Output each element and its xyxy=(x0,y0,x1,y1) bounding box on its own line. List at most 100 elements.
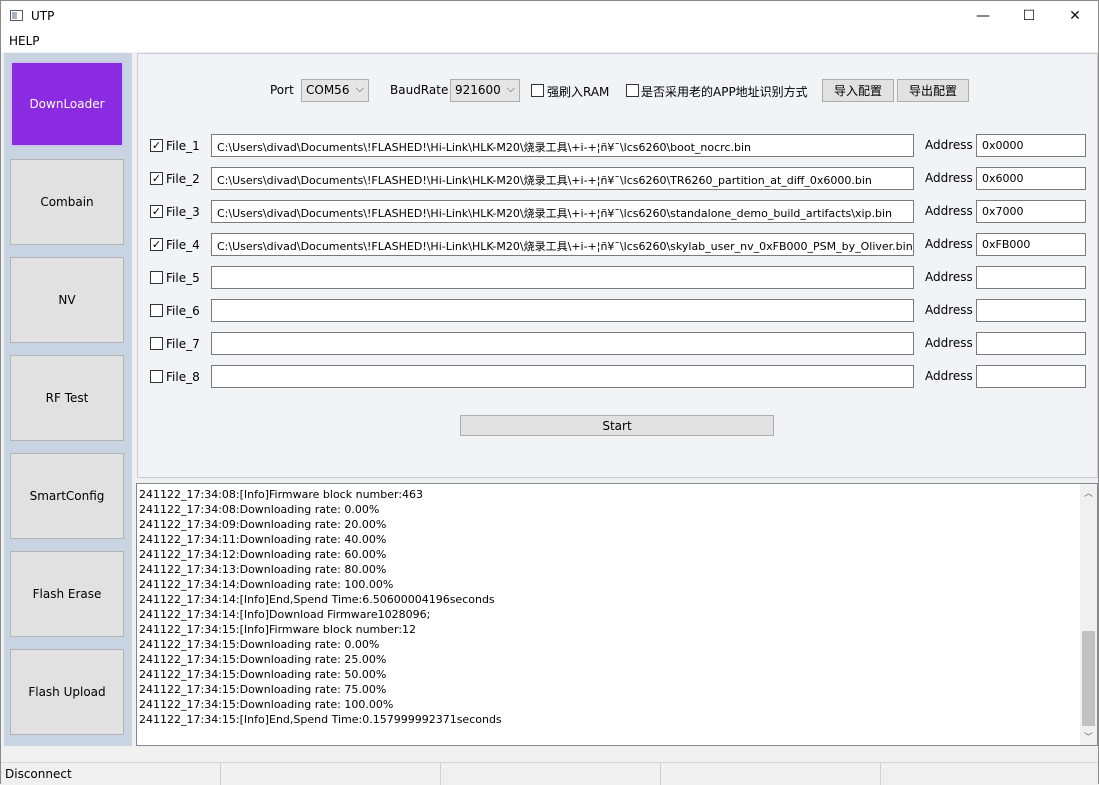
status-segment xyxy=(661,763,881,785)
sidebar-item-combain[interactable]: Combain xyxy=(10,159,124,245)
port-select[interactable]: COM56 ⌵ xyxy=(301,79,369,102)
file-3-checkbox[interactable]: ✓ xyxy=(150,205,163,218)
old-app-address-checkbox[interactable] xyxy=(626,84,639,97)
file-5-address-input[interactable] xyxy=(976,266,1086,289)
log-line: 241122_17:34:08:[Info]Firmware block num… xyxy=(139,488,424,501)
menu-bar: HELP xyxy=(1,31,1098,52)
chevron-down-icon: ⌵ xyxy=(355,82,364,95)
log-line: 241122_17:34:15:Downloading rate: 75.00% xyxy=(139,683,387,696)
old-app-address-label: 是否采用老的APP地址识别方式 xyxy=(641,85,808,99)
file-7-checkbox[interactable] xyxy=(150,337,163,350)
sidebar-item-flash-upload[interactable]: Flash Upload xyxy=(10,649,124,735)
import-config-button[interactable]: 导入配置 xyxy=(822,79,894,102)
log-line: 241122_17:34:11:Downloading rate: 40.00% xyxy=(139,533,387,546)
log-line: 241122_17:34:15:Downloading rate: 50.00% xyxy=(139,668,387,681)
log-line: 241122_17:34:15:[Info]End,Spend Time:0.1… xyxy=(139,713,502,726)
file-1-address-label: Address xyxy=(925,138,973,152)
chevron-down-icon: ⌵ xyxy=(506,82,515,95)
sidebar-item-flash-erase[interactable]: Flash Erase xyxy=(10,551,124,637)
file-5-address-label: Address xyxy=(925,270,973,284)
force-ram-label: 强刷入RAM xyxy=(547,85,610,99)
status-bar: Disconnect xyxy=(1,762,1098,785)
file-6-address-input[interactable] xyxy=(976,299,1086,322)
file-7-path-input[interactable] xyxy=(211,332,914,355)
file-6-label: File_6 xyxy=(166,304,200,318)
file-8-address-label: Address xyxy=(925,369,973,383)
file-6-path-input[interactable] xyxy=(211,299,914,322)
log-text: 241122_17:34:08:[Info]Firmware block num… xyxy=(139,487,502,727)
file-5-checkbox[interactable] xyxy=(150,271,163,284)
file-2-path-input[interactable]: C:\Users\divad\Documents\!FLASHED!\Hi-Li… xyxy=(211,167,914,190)
file-1-checkbox[interactable]: ✓ xyxy=(150,139,163,152)
file-7-address-label: Address xyxy=(925,336,973,350)
file-4-path-input[interactable]: C:\Users\divad\Documents\!FLASHED!\Hi-Li… xyxy=(211,233,914,256)
file-1-path-input[interactable]: C:\Users\divad\Documents\!FLASHED!\Hi-Li… xyxy=(211,134,914,157)
scroll-up-icon[interactable]: ︿ xyxy=(1080,484,1097,501)
log-line: 241122_17:34:15:[Info]Firmware block num… xyxy=(139,623,417,636)
file-8-address-input[interactable] xyxy=(976,365,1086,388)
log-line: 241122_17:34:09:Downloading rate: 20.00% xyxy=(139,518,387,531)
file-2-label: File_2 xyxy=(166,172,200,186)
status-segment xyxy=(441,763,661,785)
sidebar-item-smartconfig[interactable]: SmartConfig xyxy=(10,453,124,539)
log-line: 241122_17:34:14:[Info]Download Firmware1… xyxy=(139,608,431,621)
log-line: 241122_17:34:14:[Info]End,Spend Time:6.5… xyxy=(139,593,495,606)
status-segment xyxy=(881,763,1098,785)
file-1-label: File_1 xyxy=(166,139,200,153)
sidebar: DownLoader Combain NV RF Test SmartConfi… xyxy=(4,53,132,746)
file-3-address-input[interactable]: 0x7000 xyxy=(976,200,1086,223)
file-3-label: File_3 xyxy=(166,205,200,219)
file-2-address-input[interactable]: 0x6000 xyxy=(976,167,1086,190)
file-4-checkbox[interactable]: ✓ xyxy=(150,238,163,251)
sidebar-item-downloader[interactable]: DownLoader xyxy=(10,61,124,147)
scroll-thumb[interactable] xyxy=(1082,631,1095,726)
baudrate-label: BaudRate xyxy=(390,83,449,97)
title-bar: UTP — ☐ ✕ xyxy=(1,1,1098,31)
downloader-panel: Port COM56 ⌵ BaudRate 921600 ⌵ 强刷入RAM 是否… xyxy=(137,53,1098,478)
file-8-checkbox[interactable] xyxy=(150,370,163,383)
minimize-button[interactable]: — xyxy=(960,1,1006,31)
log-scrollbar[interactable]: ︿ ﹀ xyxy=(1080,484,1097,745)
file-4-label: File_4 xyxy=(166,238,200,252)
file-5-label: File_5 xyxy=(166,271,200,285)
maximize-button[interactable]: ☐ xyxy=(1006,1,1052,31)
baudrate-select[interactable]: 921600 ⌵ xyxy=(450,79,520,102)
status-segment xyxy=(221,763,441,785)
log-line: 241122_17:34:14:Downloading rate: 100.00… xyxy=(139,578,394,591)
file-6-address-label: Address xyxy=(925,303,973,317)
log-line: 241122_17:34:15:Downloading rate: 0.00% xyxy=(139,638,380,651)
window-title: UTP xyxy=(31,9,55,23)
log-line: 241122_17:34:08:Downloading rate: 0.00% xyxy=(139,503,380,516)
app-icon xyxy=(10,10,23,21)
log-output[interactable]: 241122_17:34:08:[Info]Firmware block num… xyxy=(136,483,1098,746)
port-label: Port xyxy=(270,83,294,97)
log-line: 241122_17:34:13:Downloading rate: 80.00% xyxy=(139,563,387,576)
sidebar-item-rf-test[interactable]: RF Test xyxy=(10,355,124,441)
file-2-checkbox[interactable]: ✓ xyxy=(150,172,163,185)
app-window: UTP — ☐ ✕ HELP DownLoader Combain NV RF … xyxy=(0,0,1099,785)
file-3-path-input[interactable]: C:\Users\divad\Documents\!FLASHED!\Hi-Li… xyxy=(211,200,914,223)
file-2-address-label: Address xyxy=(925,171,973,185)
baudrate-value: 921600 xyxy=(455,83,501,97)
file-7-address-input[interactable] xyxy=(976,332,1086,355)
scroll-down-icon[interactable]: ﹀ xyxy=(1080,728,1097,745)
file-5-path-input[interactable] xyxy=(211,266,914,289)
log-line: 241122_17:34:15:Downloading rate: 25.00% xyxy=(139,653,387,666)
file-6-checkbox[interactable] xyxy=(150,304,163,317)
file-1-address-input[interactable]: 0x0000 xyxy=(976,134,1086,157)
file-4-address-input[interactable]: 0xFB000 xyxy=(976,233,1086,256)
export-config-button[interactable]: 导出配置 xyxy=(897,79,969,102)
port-value: COM56 xyxy=(306,83,350,97)
file-8-label: File_8 xyxy=(166,370,200,384)
file-4-address-label: Address xyxy=(925,237,973,251)
start-button[interactable]: Start xyxy=(460,415,774,436)
menu-help[interactable]: HELP xyxy=(9,34,40,48)
force-ram-checkbox[interactable] xyxy=(531,84,544,97)
file-3-address-label: Address xyxy=(925,204,973,218)
sidebar-item-nv[interactable]: NV xyxy=(10,257,124,343)
file-8-path-input[interactable] xyxy=(211,365,914,388)
close-button[interactable]: ✕ xyxy=(1052,1,1098,31)
log-line: 241122_17:34:15:Downloading rate: 100.00… xyxy=(139,698,394,711)
connection-status: Disconnect xyxy=(1,763,221,785)
file-7-label: File_7 xyxy=(166,337,200,351)
